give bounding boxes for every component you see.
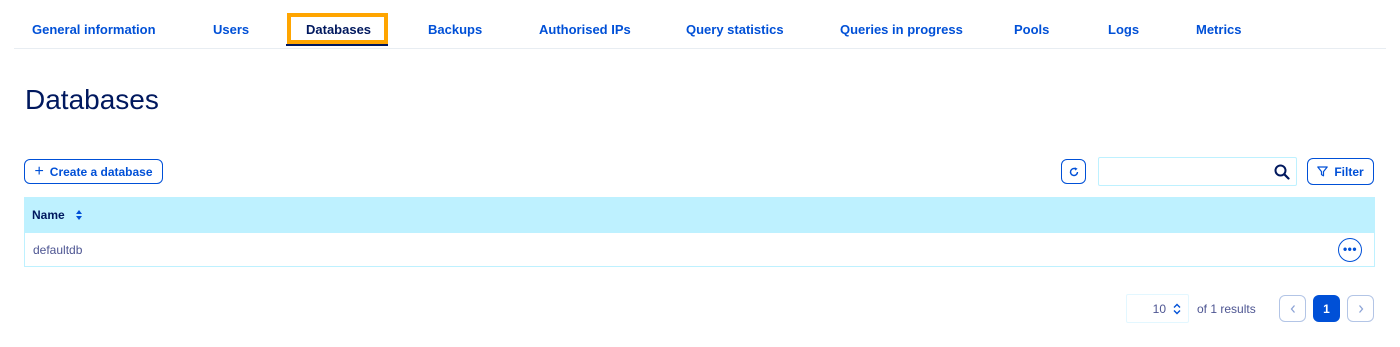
- tab-metrics[interactable]: Metrics: [1196, 22, 1242, 37]
- page-size-value: 10: [1152, 301, 1166, 316]
- search-icon[interactable]: [1274, 164, 1290, 180]
- filter-label: Filter: [1334, 164, 1364, 179]
- tab-highlight-box: [287, 13, 388, 44]
- results-count: of 1 results: [1197, 302, 1256, 316]
- chevron-left-icon: [1290, 304, 1295, 313]
- tab-general-information[interactable]: General information: [32, 22, 156, 37]
- tab-users[interactable]: Users: [213, 22, 249, 37]
- refresh-icon: [1069, 166, 1078, 176]
- more-icon: •••: [1342, 241, 1358, 256]
- refresh-button[interactable]: [1061, 159, 1086, 184]
- sort-icon: [75, 210, 82, 220]
- tab-authorised-ips[interactable]: Authorised IPs: [539, 22, 631, 37]
- active-tab-indicator: [286, 44, 388, 46]
- tab-pools[interactable]: Pools: [1014, 22, 1049, 37]
- filter-icon: [1317, 166, 1329, 177]
- search-input[interactable]: [1103, 162, 1263, 182]
- tab-query-statistics[interactable]: Query statistics: [686, 22, 784, 37]
- page-1-button[interactable]: 1: [1313, 295, 1340, 322]
- page-title: Databases: [25, 84, 159, 115]
- chevron-right-icon: [1358, 304, 1363, 313]
- tab-logs[interactable]: Logs: [1108, 22, 1139, 37]
- search-field: [1098, 157, 1297, 186]
- column-header-name[interactable]: Name: [32, 208, 83, 222]
- filter-button[interactable]: Filter: [1307, 158, 1374, 185]
- page-size-select[interactable]: 10: [1126, 294, 1189, 323]
- row-actions-button[interactable]: •••: [1338, 238, 1362, 262]
- table-header: Name: [24, 197, 1375, 233]
- column-header-name-label: Name: [32, 208, 65, 222]
- tab-queries-in-progress[interactable]: Queries in progress: [840, 22, 963, 37]
- tab-bar: General information Users Databases Back…: [14, 0, 1386, 49]
- databases-table: Name defaultdb •••: [24, 197, 1375, 267]
- tab-backups[interactable]: Backups: [428, 22, 482, 37]
- chevron-updown-icon: [1173, 303, 1181, 314]
- database-name-cell: defaultdb: [33, 242, 83, 257]
- create-database-label: Create a database: [49, 164, 153, 179]
- next-page-button[interactable]: [1347, 295, 1374, 322]
- plus-icon: +: [34, 162, 44, 180]
- table-row: defaultdb •••: [24, 233, 1375, 267]
- previous-page-button[interactable]: [1279, 295, 1306, 322]
- create-database-button[interactable]: + Create a database: [24, 159, 163, 184]
